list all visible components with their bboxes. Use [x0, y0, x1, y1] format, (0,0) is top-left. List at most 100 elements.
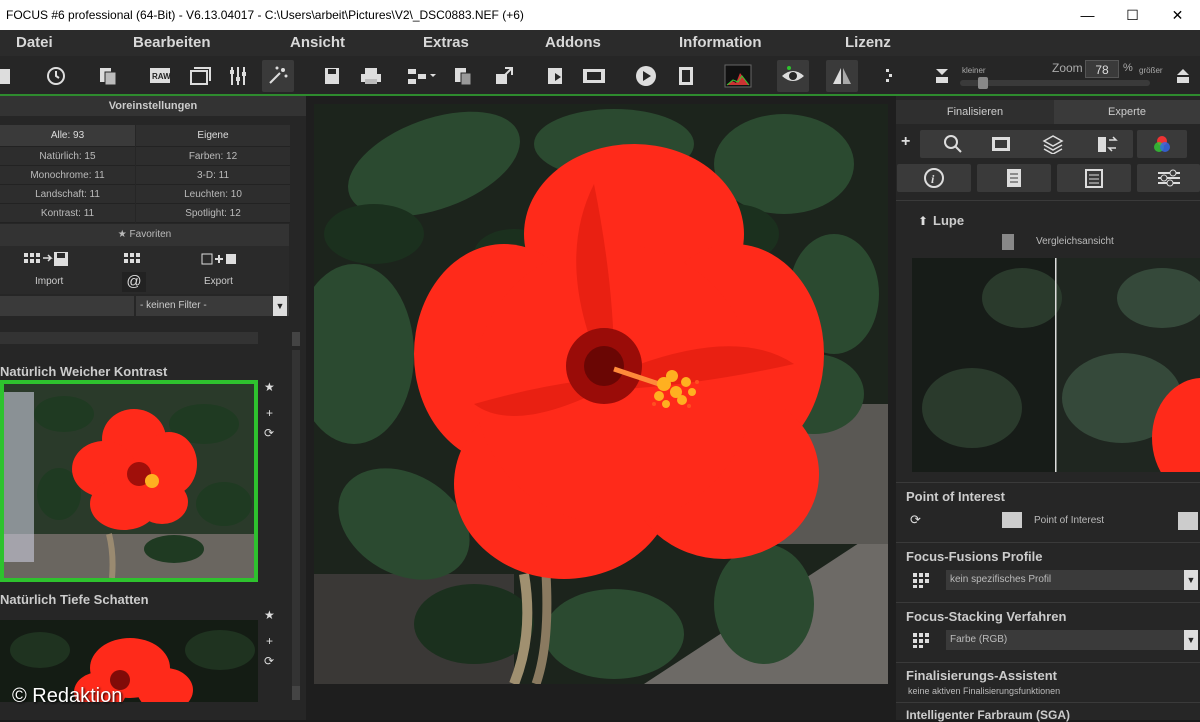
refresh-icon[interactable]: ⟳	[264, 426, 274, 440]
more-icon[interactable]	[872, 60, 904, 92]
sliders-icon	[1157, 169, 1180, 187]
info-sheet-icon[interactable]	[670, 60, 702, 92]
adjust-icon[interactable]	[222, 60, 254, 92]
previous-preset-thumbnail[interactable]	[0, 332, 258, 344]
checklist-button[interactable]	[1057, 164, 1131, 192]
frame-icon	[992, 137, 1010, 151]
preset-cat-3d[interactable]: 3-D: 11	[136, 166, 290, 185]
add-icon[interactable]: +	[901, 133, 910, 151]
window-title: FOCUS #6 professional (64-Bit) - V6.13.0…	[6, 8, 524, 22]
menu-ansicht[interactable]: Ansicht	[290, 34, 345, 51]
add-preset-icon[interactable]: +	[266, 406, 273, 420]
dropdown-arrow-icon[interactable]: ▼	[273, 296, 287, 316]
favorite-star-icon[interactable]: ★	[264, 380, 275, 394]
save-icon[interactable]	[316, 60, 348, 92]
image-view	[306, 96, 896, 720]
toolbar: RAW	[0, 56, 1200, 96]
add-preset-icon-2[interactable]: +	[266, 634, 273, 648]
scroll-down-icon[interactable]	[292, 686, 300, 700]
menu-information[interactable]: Information	[679, 34, 762, 51]
preset-cat-mono[interactable]: Monochrome: 11	[0, 166, 135, 185]
zoom-in-icon[interactable]	[1167, 60, 1199, 92]
fusion-profile-dropdown[interactable]: kein spezifisches Profil	[946, 570, 1184, 590]
menu-bearbeiten[interactable]: Bearbeiten	[133, 34, 211, 51]
export-label[interactable]: Export	[204, 276, 233, 287]
preset-cat-colors[interactable]: Farben: 12	[136, 147, 290, 166]
search-field[interactable]	[0, 296, 134, 316]
preset-grid-icon[interactable]	[122, 250, 150, 270]
zoom-smaller-label: kleiner	[962, 66, 986, 75]
preset-filter-own[interactable]: Eigene	[136, 125, 290, 147]
compare-split-icon[interactable]	[826, 60, 858, 92]
export-preset-icon[interactable]	[200, 250, 240, 270]
import-label[interactable]: Import	[35, 276, 63, 287]
sliders-button[interactable]	[1137, 164, 1200, 192]
email-icon[interactable]: @	[122, 272, 146, 292]
loupe-preview[interactable]	[912, 258, 1200, 472]
fusion-profile-value: kein spezifisches Profil	[950, 574, 1052, 585]
batch-icon[interactable]	[447, 60, 479, 92]
menu-datei[interactable]: Datei	[16, 34, 53, 51]
preset-cat-contrast[interactable]: Kontrast: 11	[0, 204, 135, 223]
fit-icon[interactable]	[926, 60, 958, 92]
preset-cat-glow[interactable]: Leuchten: 10	[136, 185, 290, 204]
layers-button[interactable]	[1020, 130, 1086, 158]
preset-filter-all[interactable]: Alle: 93	[0, 125, 135, 147]
tab-expert[interactable]: Experte	[1054, 100, 1200, 124]
favorites-button[interactable]: ★ Favoriten	[0, 224, 289, 246]
send-icon[interactable]	[540, 60, 572, 92]
minimize-button[interactable]: —	[1065, 0, 1110, 30]
zoom-slider[interactable]	[960, 77, 1150, 89]
zoom-larger-label: größer	[1139, 66, 1163, 75]
raw-icon[interactable]: RAW	[145, 60, 177, 92]
magic-wand-icon[interactable]	[262, 60, 294, 92]
menu-addons[interactable]: Addons	[545, 34, 601, 51]
transfer-button[interactable]	[1080, 130, 1133, 158]
stacking-dropdown-arrow-icon[interactable]: ▼	[1184, 630, 1198, 650]
filter-value: - keinen Filter -	[140, 300, 207, 311]
preset-thumbnail-1[interactable]	[0, 380, 258, 582]
fusion-dropdown-arrow-icon[interactable]: ▼	[1184, 570, 1198, 590]
main-image[interactable]	[314, 104, 888, 684]
menu-extras[interactable]: Extras	[423, 34, 469, 51]
preset-cat-spotlight[interactable]: Spotlight: 12	[136, 204, 290, 223]
star-icon: ★	[117, 229, 130, 240]
menu-lizenz[interactable]: Lizenz	[845, 34, 891, 51]
histogram-icon[interactable]	[722, 60, 754, 92]
image-stack-icon[interactable]	[185, 60, 217, 92]
export-icon[interactable]	[488, 60, 520, 92]
zoom-slider-knob[interactable]	[978, 77, 988, 89]
info-icon: i	[924, 168, 944, 188]
favorite-star-icon-2[interactable]: ★	[264, 608, 275, 622]
new-icon[interactable]	[0, 60, 20, 92]
print-icon[interactable]	[355, 60, 387, 92]
share-icon[interactable]	[405, 60, 437, 92]
filter-dropdown[interactable]: - keinen Filter - ▼	[136, 296, 289, 316]
zoom-input[interactable]: 78	[1085, 60, 1119, 78]
compare-toggle[interactable]	[1002, 234, 1014, 250]
poi-frame-icon[interactable]	[1002, 512, 1022, 528]
document-button[interactable]	[977, 164, 1051, 192]
history-icon[interactable]	[40, 60, 72, 92]
presets-scrollbar[interactable]	[292, 350, 300, 686]
maximize-button[interactable]: ☐	[1110, 0, 1155, 30]
documents-icon[interactable]	[92, 60, 124, 92]
poi-refresh-icon[interactable]: ⟳	[910, 512, 921, 528]
import-icon[interactable]	[22, 250, 78, 270]
refresh-icon-2[interactable]: ⟳	[264, 654, 274, 668]
collapse-arrow-icon[interactable]: ⬆	[918, 214, 928, 228]
zoom-label: Zoom	[1052, 61, 1083, 75]
preset-cat-natural[interactable]: Natürlich: 15	[0, 147, 135, 166]
play-icon[interactable]	[630, 60, 662, 92]
poi-label: Point of Interest	[1034, 515, 1105, 526]
info-button[interactable]: i	[897, 164, 971, 192]
eye-icon[interactable]	[777, 60, 809, 92]
stacking-method-dropdown[interactable]: Farbe (RGB)	[946, 630, 1184, 650]
filmstrip-icon[interactable]	[578, 60, 610, 92]
scroll-up-icon[interactable]	[292, 332, 300, 346]
poi-copy-icon[interactable]	[1178, 512, 1198, 530]
close-button[interactable]: ✕	[1155, 0, 1200, 30]
tab-finalize[interactable]: Finalisieren	[896, 100, 1054, 124]
preset-cat-landscape[interactable]: Landschaft: 11	[0, 185, 135, 204]
color-button[interactable]	[1137, 130, 1187, 158]
